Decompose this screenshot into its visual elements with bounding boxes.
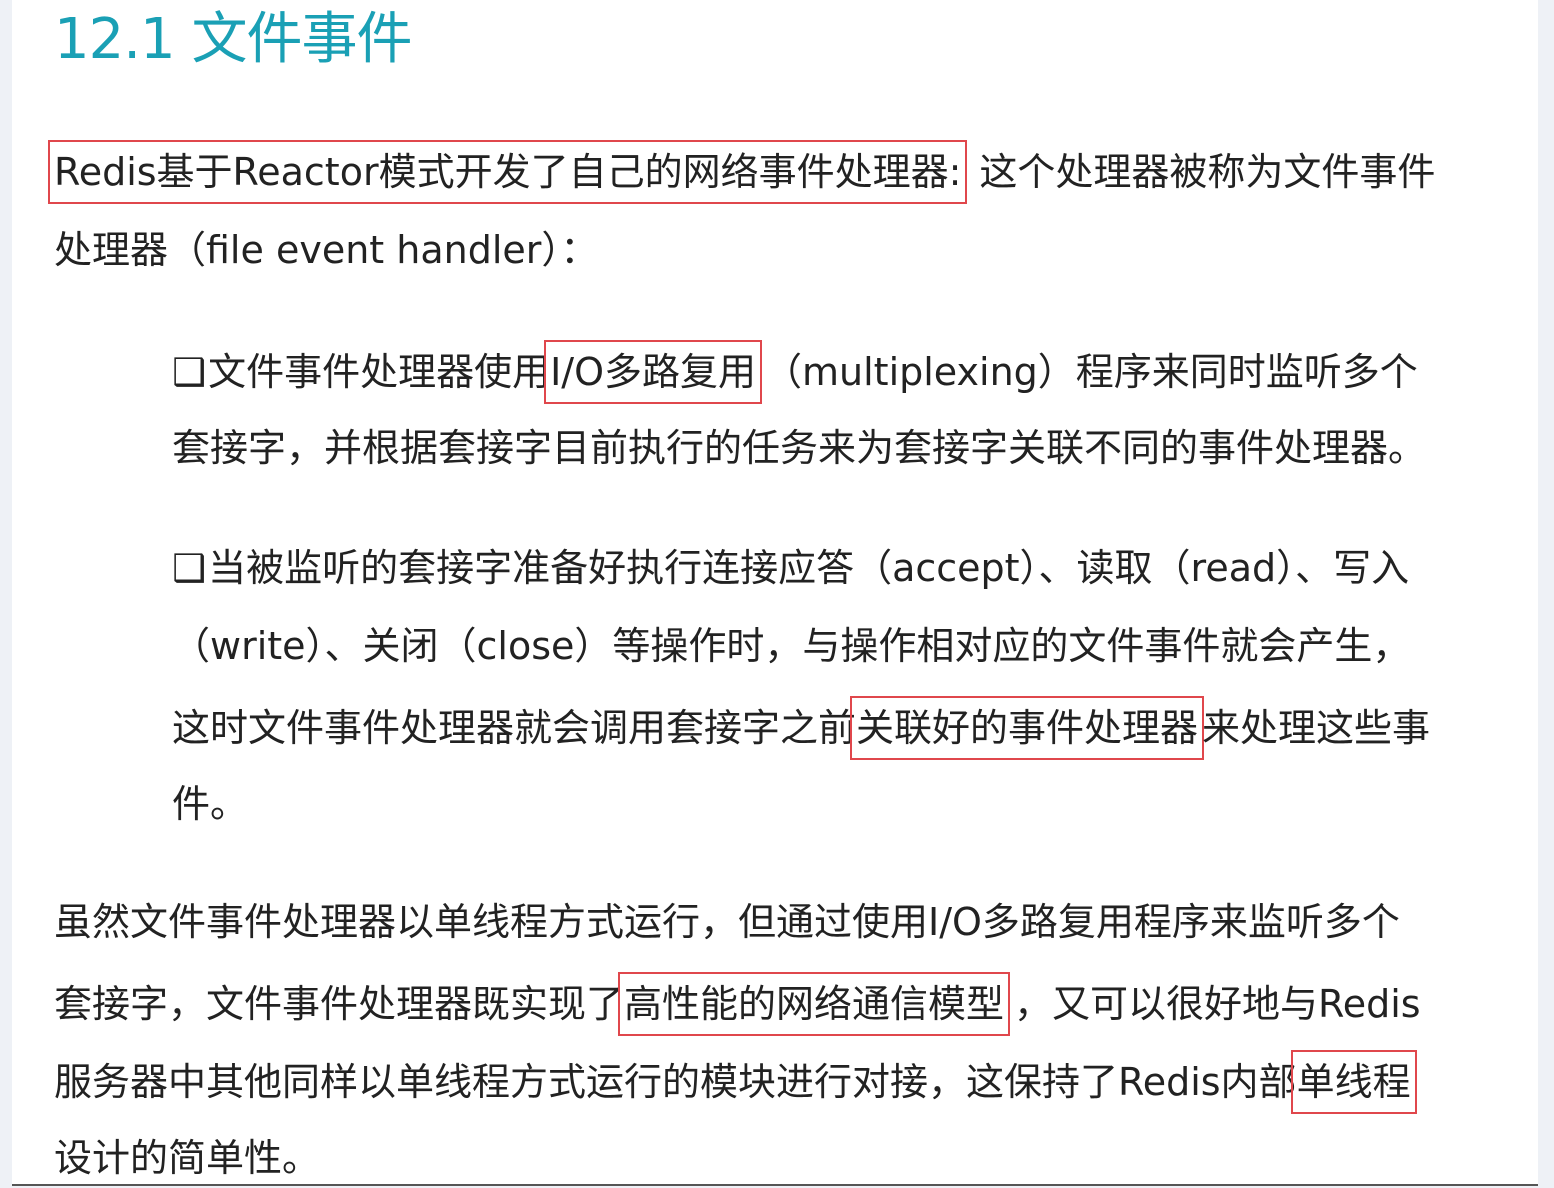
para1-line1: Redis基于Reactor模式开发了自己的网络事件处理器: 这个处理器被称为文件… bbox=[48, 140, 1436, 204]
bullet2-line3-before: 这时文件事件处理器就会调用套接字之前 bbox=[172, 706, 857, 750]
para2-line2-before: 套接字，文件事件处理器既实现了 bbox=[54, 982, 625, 1026]
bullet2-line1-text: 当被监听的套接字准备好执行连接应答（accept）、读取（read）、写入 bbox=[208, 546, 1410, 590]
bullet-square-icon: ❑ bbox=[172, 546, 207, 590]
bullet1-line1: ❑文件事件处理器使用I/O多路复用 （multiplexing）程序来同时监听多个 bbox=[172, 340, 1418, 404]
bullet-square-icon: ❑ bbox=[172, 350, 207, 394]
bullet1-text-after: （multiplexing）程序来同时监听多个 bbox=[764, 350, 1418, 394]
para2-line3: 服务器中其他同样以单线程方式运行的模块进行对接，这保持了Redis内部单线程 bbox=[54, 1050, 1417, 1114]
bullet2-line1: ❑当被监听的套接字准备好执行连接应答（accept）、读取（read）、写入 bbox=[172, 540, 1409, 596]
bullet2-line2: （write）、关闭（close）等操作时，与操作相对应的文件事件就会产生， bbox=[172, 624, 1411, 668]
para1-line1-rest: 这个处理器被称为文件事件 bbox=[979, 150, 1436, 194]
highlight-box-single-thread: 单线程 bbox=[1290, 1050, 1417, 1114]
para2-line4: 设计的简单性。 bbox=[54, 1136, 321, 1180]
highlight-box-reactor: Redis基于Reactor模式开发了自己的网络事件处理器: bbox=[48, 140, 968, 204]
section-heading: 12.1 文件事件 bbox=[54, 7, 412, 72]
bullet2-line4: 件。 bbox=[172, 782, 249, 826]
para2-line2: 套接字，文件事件处理器既实现了高性能的网络通信模型 ，又可以很好地与Redis bbox=[54, 972, 1421, 1036]
bullet2-line3-after: 来处理这些事 bbox=[1202, 706, 1431, 750]
para2-line1: 虽然文件事件处理器以单线程方式运行，但通过使用I/O多路复用程序来监听多个 bbox=[54, 900, 1400, 944]
para1-line2: 处理器（file event handler）： bbox=[54, 228, 599, 272]
highlight-box-event-handler: 关联好的事件处理器 bbox=[850, 696, 1205, 760]
para2-line2-after: ，又可以很好地与Redis bbox=[1014, 982, 1421, 1026]
bullet1-text-before: 文件事件处理器使用 bbox=[208, 350, 551, 394]
para2-line3-before: 服务器中其他同样以单线程方式运行的模块进行对接，这保持了Redis内部 bbox=[54, 1060, 1297, 1104]
highlight-box-io-multiplexing: I/O多路复用 bbox=[544, 340, 763, 404]
bullet1-line2: 套接字，并根据套接字目前执行的任务来为套接字关联不同的事件处理器。 bbox=[172, 426, 1427, 470]
highlight-box-network-model: 高性能的网络通信模型 bbox=[618, 972, 1011, 1036]
bullet2-line3: 这时文件事件处理器就会调用套接字之前关联好的事件处理器 来处理这些事 bbox=[172, 696, 1431, 760]
document-page: 12.1 文件事件 Redis基于Reactor模式开发了自己的网络事件处理器:… bbox=[12, 0, 1538, 1186]
